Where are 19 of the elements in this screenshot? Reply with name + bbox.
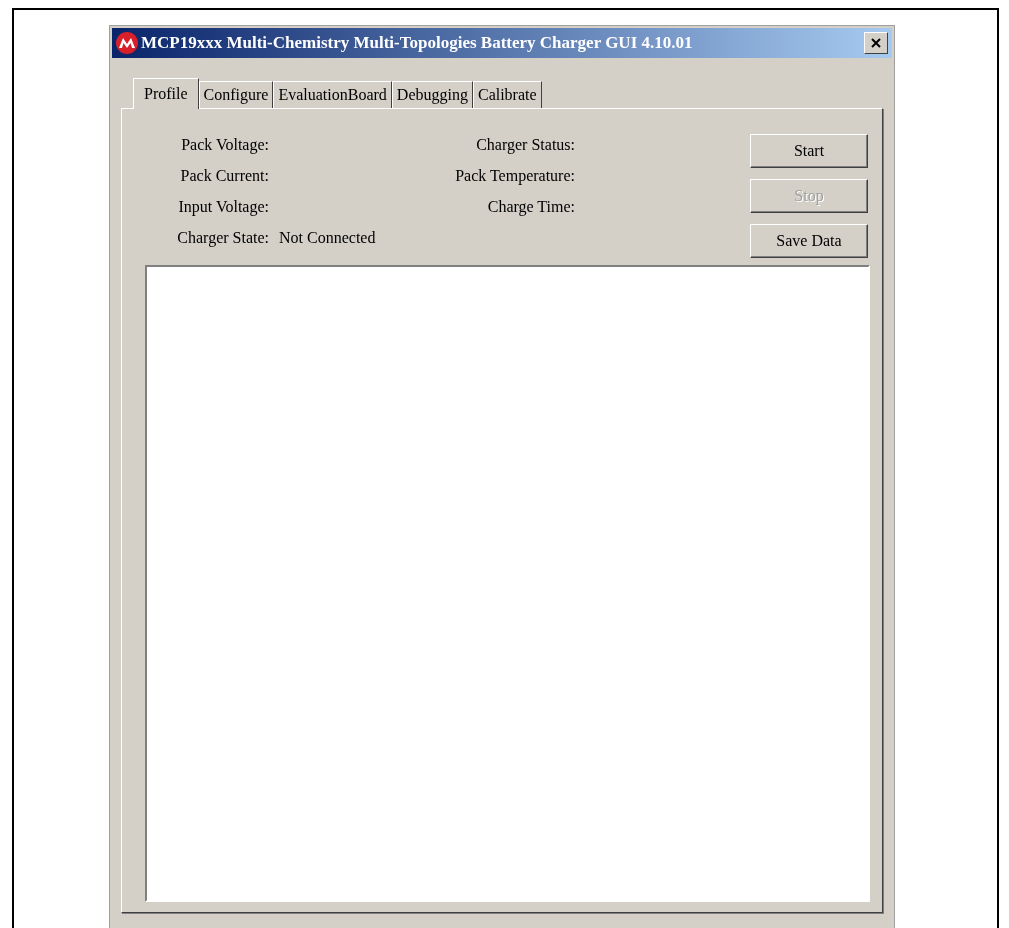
close-button[interactable] bbox=[864, 32, 888, 54]
field-label: Pack Voltage: bbox=[181, 135, 269, 154]
window-title: MCP19xxx Multi-Chemistry Multi-Topologies Battery Charger GUI 4.10.01 bbox=[141, 33, 694, 53]
action-button[interactable]: Save Data bbox=[750, 224, 868, 258]
tab[interactable]: Configure bbox=[198, 81, 274, 108]
close-icon bbox=[871, 38, 881, 48]
field-label: Charger Status: bbox=[476, 135, 575, 154]
tab[interactable]: Calibrate bbox=[472, 81, 542, 108]
tab[interactable]: EvaluationBoard bbox=[273, 81, 392, 108]
field-label: Pack Temperature: bbox=[455, 166, 575, 185]
field-label: Charge Time: bbox=[487, 197, 575, 216]
action-button[interactable]: Start bbox=[750, 134, 868, 168]
tab[interactable]: Debugging bbox=[391, 81, 473, 108]
field-label: Pack Current: bbox=[180, 166, 269, 185]
field-label: Input Voltage: bbox=[178, 197, 269, 216]
field-value: Not Connected bbox=[279, 228, 377, 247]
tab[interactable]: Profile bbox=[133, 78, 199, 109]
logo-icon bbox=[116, 32, 138, 54]
field-label: Charger State: bbox=[177, 228, 269, 247]
